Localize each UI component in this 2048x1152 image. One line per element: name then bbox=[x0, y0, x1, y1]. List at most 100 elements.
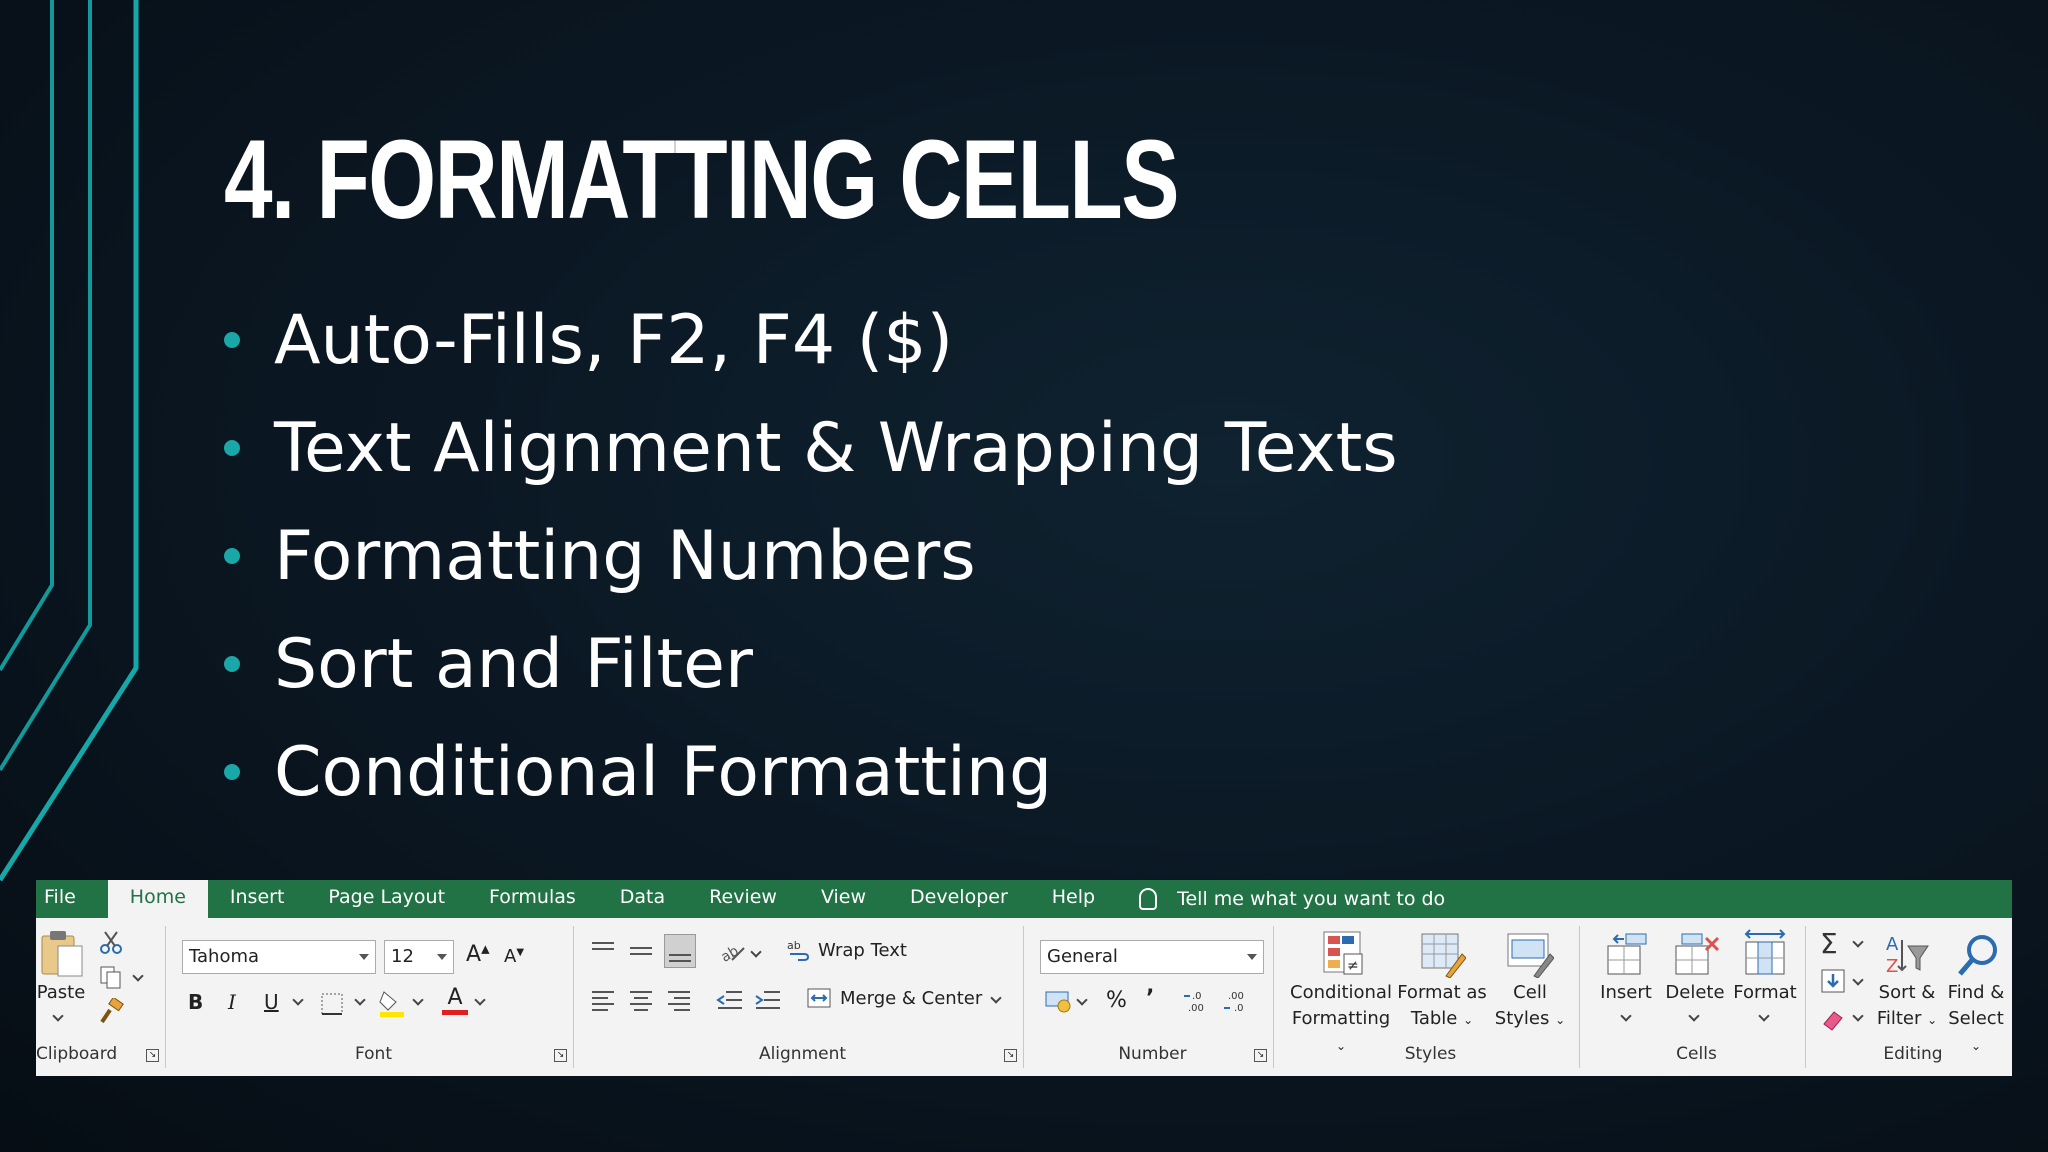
bullet-item: Sort and Filter bbox=[224, 610, 1398, 718]
format-cells-button[interactable]: Format bbox=[1730, 926, 1800, 1038]
tab-data[interactable]: Data bbox=[598, 880, 687, 918]
format-painter-icon[interactable] bbox=[98, 998, 126, 1026]
clipboard-group: Paste Clipboard ↘ bbox=[36, 926, 166, 1068]
merge-center-button[interactable]: Merge & Center bbox=[806, 986, 982, 1010]
delete-cells-button[interactable]: Delete bbox=[1662, 926, 1728, 1038]
tab-developer[interactable]: Developer bbox=[888, 880, 1030, 918]
styles-group-label: Styles bbox=[1404, 1044, 1457, 1064]
bullet-list: Auto-Fills, F2, F4 ($) Text Alignment & … bbox=[224, 286, 1398, 826]
insert-cells-label: Insert bbox=[1600, 982, 1652, 1003]
chevron-down-icon[interactable] bbox=[750, 946, 762, 958]
cell-styles-button[interactable]: Cell Styles ⌄ bbox=[1488, 926, 1572, 1038]
wrap-text-button[interactable]: ab Wrap Text bbox=[786, 938, 907, 962]
bullet-item: Formatting Numbers bbox=[224, 502, 1398, 610]
bullet-item: Auto-Fills, F2, F4 ($) bbox=[224, 286, 1398, 394]
decrease-indent-icon[interactable] bbox=[716, 988, 744, 1012]
align-left-icon[interactable] bbox=[590, 988, 616, 1012]
delete-cells-label: Delete bbox=[1665, 982, 1725, 1003]
middle-align-icon[interactable] bbox=[628, 940, 654, 962]
tell-me-search[interactable]: Tell me what you want to do bbox=[1139, 880, 1445, 918]
chevron-down-icon[interactable] bbox=[132, 970, 144, 982]
insert-cells-icon bbox=[1607, 933, 1647, 975]
increase-decimal-icon[interactable]: .0.00 bbox=[1182, 988, 1212, 1014]
eraser-icon bbox=[1823, 1011, 1843, 1031]
accounting-format-icon[interactable] bbox=[1044, 988, 1072, 1014]
tab-help[interactable]: Help bbox=[1030, 880, 1117, 918]
orientation-icon[interactable]: ab bbox=[718, 940, 746, 964]
tab-review[interactable]: Review bbox=[687, 880, 799, 918]
tab-page-layout[interactable]: Page Layout bbox=[306, 880, 467, 918]
chevron-down-icon[interactable] bbox=[354, 994, 366, 1006]
dropdown-arrow-icon bbox=[1247, 954, 1257, 960]
lightbulb-icon bbox=[1139, 888, 1158, 910]
dialog-launcher-icon[interactable]: ↘ bbox=[1254, 1049, 1267, 1062]
format-as-table-icon bbox=[1421, 933, 1466, 978]
cell-styles-label: Cell Styles ⌄ bbox=[1494, 982, 1566, 1029]
insert-cells-button[interactable]: Insert bbox=[1594, 926, 1658, 1038]
tab-formulas[interactable]: Formulas bbox=[467, 880, 598, 918]
magnifier-icon bbox=[1958, 935, 1997, 976]
borders-icon[interactable] bbox=[320, 992, 344, 1016]
svg-text:ab: ab bbox=[787, 939, 801, 952]
cut-icon[interactable] bbox=[98, 930, 124, 956]
chevron-down-icon[interactable] bbox=[990, 992, 1002, 1004]
chevron-down-icon bbox=[1758, 1010, 1770, 1022]
underline-button[interactable]: U bbox=[264, 990, 279, 1014]
decrease-decimal-icon[interactable]: .00.0 bbox=[1222, 988, 1252, 1014]
shrink-font-button[interactable]: A▼ bbox=[504, 946, 524, 967]
find-select-button[interactable]: Find & Select ⌄ bbox=[1942, 926, 2010, 1053]
conditional-formatting-icon: ≠ bbox=[1323, 931, 1363, 975]
font-group-label: Font bbox=[354, 1044, 392, 1064]
font-size-select[interactable]: 12 bbox=[384, 940, 454, 974]
format-as-table-button[interactable]: Format as Table ⌄ bbox=[1396, 926, 1488, 1038]
svg-text:.00: .00 bbox=[1228, 991, 1244, 1002]
bullet-item: Text Alignment & Wrapping Texts bbox=[224, 394, 1398, 502]
number-format-select[interactable]: General bbox=[1040, 940, 1264, 974]
svg-text:.0: .0 bbox=[1192, 991, 1202, 1002]
tell-me-text: Tell me what you want to do bbox=[1177, 888, 1446, 910]
delete-cells-icon bbox=[1675, 933, 1720, 975]
sort-filter-button[interactable]: AZ Sort & Filter ⌄ bbox=[1874, 926, 1940, 1038]
tab-view[interactable]: View bbox=[799, 880, 888, 918]
cell-styles-icon bbox=[1507, 933, 1554, 978]
chevron-down-icon[interactable] bbox=[292, 994, 304, 1006]
font-name-select[interactable]: Tahoma bbox=[182, 940, 376, 974]
dialog-launcher-icon[interactable]: ↘ bbox=[554, 1049, 567, 1062]
bottom-align-icon bbox=[669, 954, 691, 962]
percent-style-button[interactable]: % bbox=[1106, 988, 1127, 1013]
wrap-text-icon: ab bbox=[787, 939, 810, 961]
fill-color-icon[interactable] bbox=[378, 988, 406, 1018]
dialog-launcher-icon[interactable]: ↘ bbox=[146, 1049, 159, 1062]
chevron-down-icon bbox=[1852, 974, 1864, 986]
chevron-down-icon[interactable] bbox=[1076, 994, 1088, 1006]
number-group-label: Number bbox=[1118, 1044, 1187, 1064]
tab-file[interactable]: File bbox=[36, 880, 98, 918]
dialog-launcher-icon[interactable]: ↘ bbox=[1004, 1049, 1017, 1062]
comma-style-button[interactable]: ’ bbox=[1146, 986, 1154, 1011]
sort-filter-label: Sort & Filter ⌄ bbox=[1876, 982, 1938, 1029]
align-center-icon[interactable] bbox=[628, 988, 654, 1012]
paste-button[interactable]: Paste bbox=[36, 926, 92, 1032]
autosum-button[interactable]: Σ bbox=[1820, 930, 1870, 960]
top-align-icon[interactable] bbox=[590, 940, 616, 962]
tab-home[interactable]: Home bbox=[107, 880, 208, 918]
chevron-down-icon[interactable] bbox=[412, 994, 424, 1006]
copy-icon[interactable] bbox=[98, 964, 124, 990]
clear-button[interactable] bbox=[1820, 1006, 1870, 1036]
alignment-group: ab ab Wrap Text Merge & Center Alignment… bbox=[582, 926, 1024, 1068]
fill-button[interactable] bbox=[1820, 968, 1870, 998]
conditional-formatting-button[interactable]: ≠ Conditional Formatting ⌄ bbox=[1286, 926, 1396, 1053]
bottom-align-button[interactable] bbox=[664, 934, 696, 968]
paste-label: Paste bbox=[36, 982, 86, 1003]
chevron-down-icon[interactable] bbox=[474, 994, 486, 1006]
ribbon-tab-bar: File Home Insert Page Layout Formulas Da… bbox=[36, 880, 2012, 918]
bold-button[interactable]: B bbox=[188, 990, 203, 1014]
increase-indent-icon[interactable] bbox=[754, 988, 782, 1012]
grow-font-button[interactable]: A▲ bbox=[466, 942, 490, 967]
align-right-icon[interactable] bbox=[666, 988, 692, 1012]
italic-button[interactable]: I bbox=[228, 990, 236, 1014]
font-color-button[interactable]: A bbox=[442, 986, 468, 1015]
decorative-teal-lines bbox=[0, 0, 139, 882]
tab-insert[interactable]: Insert bbox=[208, 880, 307, 918]
chevron-down-icon bbox=[1852, 936, 1864, 948]
